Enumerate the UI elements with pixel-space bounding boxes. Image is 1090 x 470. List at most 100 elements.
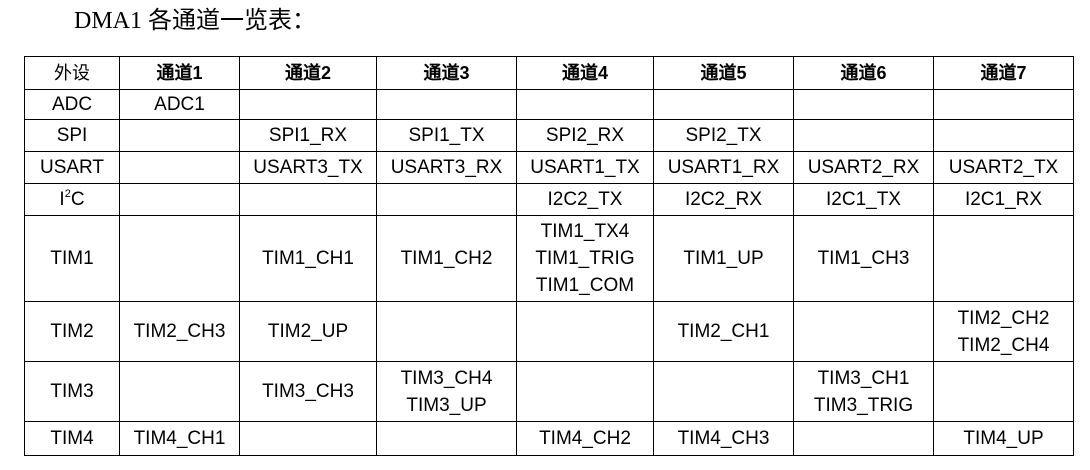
dma-request-label: TIM4_CH1 xyxy=(133,428,226,449)
channel-cell: TIM4_CH3 xyxy=(653,421,794,456)
channel-cell xyxy=(653,89,794,120)
peripheral-label: TIM2 xyxy=(50,321,94,342)
table-row: USART USART3_TX USART3_RX USART1_TX USART1_R… xyxy=(24,151,1074,184)
peripheral-cell: TIM4 xyxy=(24,421,120,456)
column-header-channel-3: 通道3 xyxy=(376,56,517,90)
channel-cell xyxy=(376,89,517,120)
channel-cell: TIM1_CH3 xyxy=(793,215,934,302)
channel-cell: USART2_RX xyxy=(793,151,934,184)
peripheral-superscript: 2 xyxy=(64,187,71,200)
table-row: TIM3 TIM3_CH3 TIM3_CH4 TIM3_UP TIM3_CH1 TIM3_… xyxy=(24,361,1074,422)
channel-cell xyxy=(119,183,240,216)
peripheral-label-suffix: C xyxy=(70,189,85,210)
page-title: DMA1 各通道一览表： xyxy=(74,8,317,34)
channel-cell: TIM4_CH2 xyxy=(516,421,654,456)
channel-cell xyxy=(119,361,240,422)
dma-request-label: USART1_TX xyxy=(530,157,640,178)
table-row: I2C I2C2_TX I2C2_RX I2C1_TX I2C1_RX xyxy=(24,183,1074,216)
channel-cell xyxy=(516,301,654,362)
dma-request-label: TIM2_CH3 xyxy=(133,321,226,342)
peripheral-label: I xyxy=(59,189,65,210)
channel-cell: TIM2_CH2 TIM2_CH4 xyxy=(933,301,1074,362)
table-row: TIM1 TIM1_CH1 TIM1_CH2 TIM1_TX4 TIM1_TRIG TIM… xyxy=(24,215,1074,302)
dma-request-label: TIM1_UP xyxy=(683,248,764,269)
dma-request-label: I2C1_TX xyxy=(826,189,901,210)
dma-request-label: SPI2_TX xyxy=(685,125,762,146)
channel-cell: I2C1_RX xyxy=(933,183,1074,216)
dma-request-label: TIM3_TRIG xyxy=(813,394,914,416)
channel-cell xyxy=(239,421,377,456)
column-header-channel-6: 通道6 xyxy=(793,56,934,90)
channel-cell xyxy=(793,421,934,456)
table-header-row: 外设 通道1 通道2 通道3 通道4 通道5 通道6 通道7 xyxy=(24,56,1074,90)
dma-request-label: ADC1 xyxy=(154,94,205,115)
dma-request-label: USART3_RX xyxy=(390,157,503,178)
peripheral-label: USART xyxy=(39,157,105,178)
peripheral-cell: TIM3 xyxy=(24,361,120,422)
channel-cell: SPI2_TX xyxy=(653,119,794,152)
peripheral-label: TIM1 xyxy=(50,248,94,269)
dma-request-label: TIM2_CH2 xyxy=(957,307,1050,329)
dma-request-label: SPI2_RX xyxy=(545,125,625,146)
dma-request-label: SPI1_TX xyxy=(408,125,485,146)
dma-request-label: TIM2_CH1 xyxy=(677,321,770,342)
dma-request-label: TIM3_CH4 xyxy=(400,367,493,389)
channel-cell: TIM2_CH3 xyxy=(119,301,240,362)
dma-request-label: TIM3_CH1 xyxy=(817,367,910,389)
channel-cell: I2C2_RX xyxy=(653,183,794,216)
table-row: SPI SPI1_RX SPI1_TX SPI2_RX SPI2_TX xyxy=(24,119,1074,152)
dma-request-label: TIM2_CH4 xyxy=(957,334,1050,356)
channel-cell: TIM3_CH3 xyxy=(239,361,377,422)
channel-cell: TIM3_CH4 TIM3_UP xyxy=(376,361,517,422)
dma-request-label: TIM3_UP xyxy=(406,394,487,416)
channel-cell xyxy=(793,301,934,362)
channel-cell xyxy=(119,215,240,302)
dma-request-label: I2C2_RX xyxy=(684,189,763,210)
channel-cell: TIM1_TX4 TIM1_TRIG TIM1_COM xyxy=(516,215,654,302)
column-header-channel-4: 通道4 xyxy=(516,56,654,90)
dma1-channel-table: 外设 通道1 通道2 通道3 通道4 通道5 通道6 通道7 ADC ADC1 SPI SPI1_R… xyxy=(24,56,1074,456)
dma-request-label: TIM1_CH2 xyxy=(400,248,493,269)
dma-request-label: I2C2_TX xyxy=(547,189,623,210)
channel-cell xyxy=(376,183,517,216)
peripheral-cell: SPI xyxy=(24,119,120,152)
channel-cell: TIM4_CH1 xyxy=(119,421,240,456)
channel-cell xyxy=(376,421,517,456)
channel-cell: ADC1 xyxy=(119,89,240,120)
column-header-channel-5: 通道5 xyxy=(653,56,794,90)
channel-cell: USART3_TX xyxy=(239,151,377,184)
column-header-channel-1: 通道1 xyxy=(119,56,240,90)
channel-cell xyxy=(516,361,654,422)
column-header-channel-2: 通道2 xyxy=(239,56,377,90)
dma-request-label: TIM1_TX4 xyxy=(540,221,630,242)
dma-request-label: TIM1_CH3 xyxy=(817,248,910,269)
dma-request-label: TIM4_UP xyxy=(963,428,1044,449)
channel-cell: USART3_RX xyxy=(376,151,517,184)
table-row: TIM4 TIM4_CH1 TIM4_CH2 TIM4_CH3 TIM4_UP xyxy=(24,421,1074,456)
dma-request-label: TIM4_CH2 xyxy=(539,428,631,449)
channel-cell xyxy=(516,89,654,120)
dma-request-label: USART3_TX xyxy=(253,157,363,178)
dma-request-label: TIM1_COM xyxy=(535,275,635,296)
dma-request-label: USART1_RX xyxy=(667,157,780,178)
peripheral-cell: TIM1 xyxy=(24,215,120,302)
channel-cell xyxy=(793,119,934,152)
dma-request-label: I2C1_RX xyxy=(964,189,1043,210)
dma-request-label: TIM1_CH1 xyxy=(262,248,354,269)
channel-cell xyxy=(653,361,794,422)
channel-cell: SPI1_RX xyxy=(239,119,377,152)
dma-request-label: USART2_RX xyxy=(807,157,920,178)
channel-cell: TIM3_CH1 TIM3_TRIG xyxy=(793,361,934,422)
channel-cell: USART1_TX xyxy=(516,151,654,184)
channel-cell: I2C2_TX xyxy=(516,183,654,216)
channel-cell: TIM2_CH1 xyxy=(653,301,794,362)
table-body: ADC ADC1 SPI SPI1_RX SPI1_TX SPI2_RX SPI2_TX US… xyxy=(24,89,1074,456)
channel-cell: I2C1_TX xyxy=(793,183,934,216)
dma-request-label: SPI1_RX xyxy=(268,125,348,146)
peripheral-cell: USART xyxy=(24,151,120,184)
channel-cell: TIM2_UP xyxy=(239,301,377,362)
channel-cell: SPI1_TX xyxy=(376,119,517,152)
dma-request-label: TIM4_CH3 xyxy=(677,428,770,449)
channel-cell xyxy=(933,119,1074,152)
channel-cell xyxy=(239,89,377,120)
